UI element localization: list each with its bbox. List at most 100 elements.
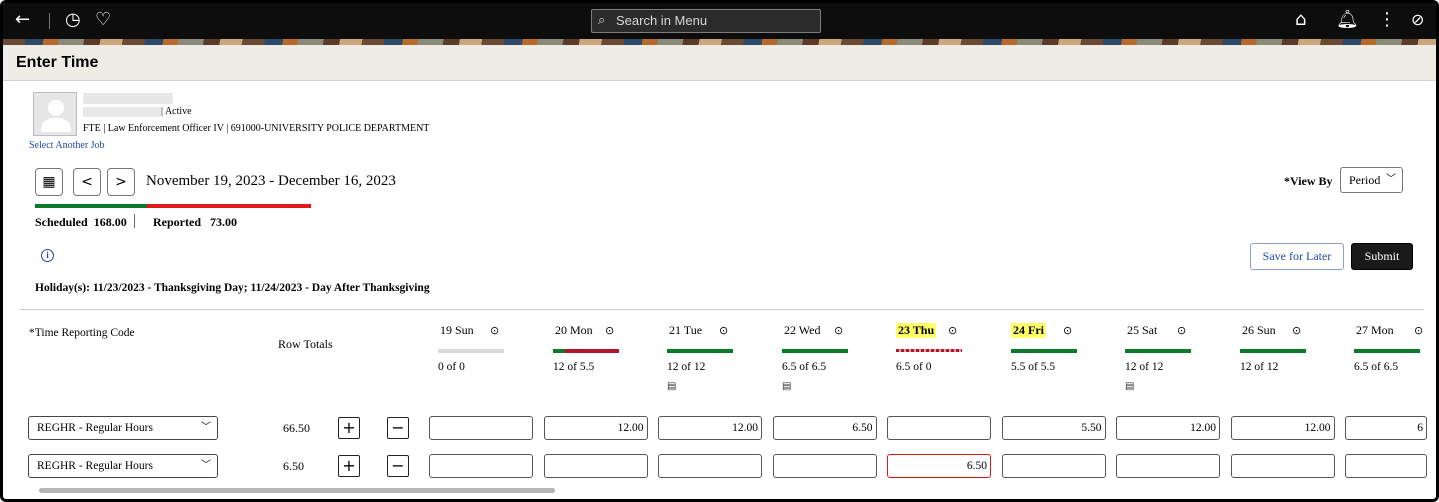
add-row-button[interactable]: + — [338, 455, 360, 477]
hours-input[interactable]: 12.00 — [658, 416, 762, 440]
hours-input[interactable]: 6.50 — [887, 454, 991, 478]
day-progress-bar — [1011, 349, 1077, 353]
hours-input[interactable]: 5.50 — [1001, 416, 1106, 440]
comment-icon[interactable]: ▤ — [667, 381, 676, 392]
day-header: 19 Sun ⊙ 0 of 0 — [438, 323, 528, 373]
previous-period-button[interactable]: < — [73, 168, 101, 196]
day-expand-icon[interactable]: ⊙ — [948, 324, 957, 337]
summary-divider — [134, 214, 135, 228]
day-expand-icon[interactable]: ⊙ — [1177, 324, 1186, 337]
save-for-later-button[interactable]: Save for Later — [1250, 243, 1344, 270]
chevron-down-icon: ﹀ — [1386, 174, 1396, 185]
day-header: 20 Mon ⊙ 12 of 5.5 — [553, 323, 643, 373]
delete-row-button[interactable]: − — [387, 417, 409, 439]
info-icon[interactable]: i — [41, 249, 54, 262]
day-label: 23 Thu — [896, 323, 937, 338]
day-hours-value: 6.5 of 6.5 — [782, 361, 827, 373]
next-period-button[interactable]: > — [107, 168, 135, 196]
day-hours-value: 5.5 of 5.5 — [1011, 361, 1056, 373]
calendar-icon: ▦ — [42, 174, 56, 190]
select-another-job-link[interactable]: Select Another Job — [29, 140, 105, 151]
day-header: 24 Fri ⊙ 5.5 of 5.5 — [1011, 323, 1101, 373]
hours-input[interactable] — [429, 454, 533, 478]
hours-input[interactable] — [887, 416, 991, 440]
navbar-compass-icon[interactable]: ⊘ — [1411, 10, 1424, 30]
employee-status: | Active — [161, 106, 192, 117]
history-icon[interactable]: ◷ — [65, 10, 81, 30]
avatar-body — [41, 118, 71, 132]
horizontal-scrollbar[interactable] — [39, 488, 555, 493]
scheduled-bar — [35, 204, 147, 208]
reported-value: 73.00 — [210, 215, 237, 229]
notification-bell-icon[interactable]: 🔔︎ — [1336, 10, 1359, 30]
day-progress-bar — [782, 349, 848, 353]
trc-value: REGHR - Regular Hours — [37, 422, 153, 434]
hours-input[interactable] — [1116, 454, 1220, 478]
day-label: 24 Fri — [1011, 323, 1046, 338]
day-label: 26 Sun — [1242, 323, 1276, 337]
day-expand-icon[interactable]: ⊙ — [490, 324, 499, 337]
hours-input[interactable] — [658, 454, 762, 478]
day-hours-value: 6.5 of 0 — [896, 361, 932, 373]
trc-select[interactable]: REGHR - Regular Hours ﹀ — [28, 416, 218, 440]
hours-input[interactable] — [429, 416, 533, 440]
day-progress-bar — [667, 349, 733, 353]
day-hours-value: 12 of 5.5 — [553, 361, 595, 373]
day-expand-icon[interactable]: ⊙ — [605, 324, 614, 337]
hours-input[interactable] — [772, 454, 877, 478]
hours-input[interactable]: 12.00 — [1230, 416, 1335, 440]
scheduled-label: Scheduled — [35, 215, 88, 229]
day-progress-bar — [1125, 349, 1191, 353]
day-expand-icon[interactable]: ⊙ — [1414, 324, 1423, 337]
day-header: 26 Sun ⊙ 12 of 12 — [1240, 323, 1330, 373]
day-label: 22 Wed — [784, 323, 821, 337]
trc-select[interactable]: REGHR - Regular Hours ﹀ — [28, 454, 218, 478]
favorites-heart-icon[interactable]: ♡ — [95, 10, 111, 30]
row-total: 6.50 — [283, 459, 304, 473]
day-label: 25 Sat — [1127, 323, 1158, 337]
submit-button[interactable]: Submit — [1351, 243, 1413, 270]
search-placeholder: Search in Menu — [616, 13, 708, 28]
hours-input[interactable] — [1001, 454, 1106, 478]
hours-input[interactable]: 12.00 — [1116, 416, 1220, 440]
delete-row-button[interactable]: − — [387, 455, 409, 477]
view-by-select[interactable]: Period ﹀ — [1340, 167, 1403, 193]
day-hours-value: 0 of 0 — [438, 361, 465, 373]
actions-menu-icon[interactable]: ⋮ — [1378, 10, 1396, 30]
search-input[interactable]: ⌕ Search in Menu — [591, 9, 821, 33]
hours-input[interactable] — [1230, 454, 1335, 478]
day-expand-icon[interactable]: ⊙ — [834, 324, 843, 337]
hours-input[interactable] — [1345, 454, 1427, 478]
reported-label: Reported — [153, 215, 201, 229]
day-label: 27 Mon — [1356, 323, 1394, 337]
day-hours-value: 12 of 12 — [1125, 361, 1164, 373]
day-label: 20 Mon — [555, 323, 593, 337]
day-expand-icon[interactable]: ⊙ — [1292, 324, 1301, 337]
day-hours-value: 6.5 of 6.5 — [1354, 361, 1399, 373]
home-icon[interactable]: ⌂ — [1295, 10, 1306, 30]
day-hours-value: 12 of 12 — [667, 361, 706, 373]
reported-summary: Reported 73.00 — [153, 215, 237, 230]
day-progress-bar — [438, 349, 504, 353]
hours-input[interactable] — [543, 454, 648, 478]
hours-input[interactable]: 12.00 — [543, 416, 648, 440]
day-header: 23 Thu ⊙ 6.5 of 0 — [896, 323, 986, 373]
comment-icon[interactable]: ▤ — [1125, 381, 1134, 392]
day-progress-bar — [896, 349, 962, 352]
calendar-button[interactable]: ▦ — [35, 168, 63, 196]
back-arrow-icon[interactable]: ← — [15, 10, 30, 30]
hours-input[interactable]: 6 — [1345, 416, 1427, 440]
avatar — [33, 92, 77, 136]
day-expand-icon[interactable]: ⊙ — [719, 324, 728, 337]
avatar-head — [48, 100, 64, 116]
toolbar-divider — [49, 13, 50, 29]
day-label: 21 Tue — [669, 323, 703, 337]
comment-icon[interactable]: ▤ — [782, 381, 791, 392]
day-header: 27 Mon ⊙ 6.5 of 6.5 — [1354, 323, 1436, 373]
day-hours-value: 12 of 12 — [1240, 361, 1279, 373]
hours-input[interactable]: 6.50 — [772, 416, 877, 440]
day-expand-icon[interactable]: ⊙ — [1063, 324, 1072, 337]
scheduled-value: 168.00 — [93, 215, 127, 229]
add-row-button[interactable]: + — [338, 417, 360, 439]
row-totals-header: Row Totals — [278, 337, 333, 351]
